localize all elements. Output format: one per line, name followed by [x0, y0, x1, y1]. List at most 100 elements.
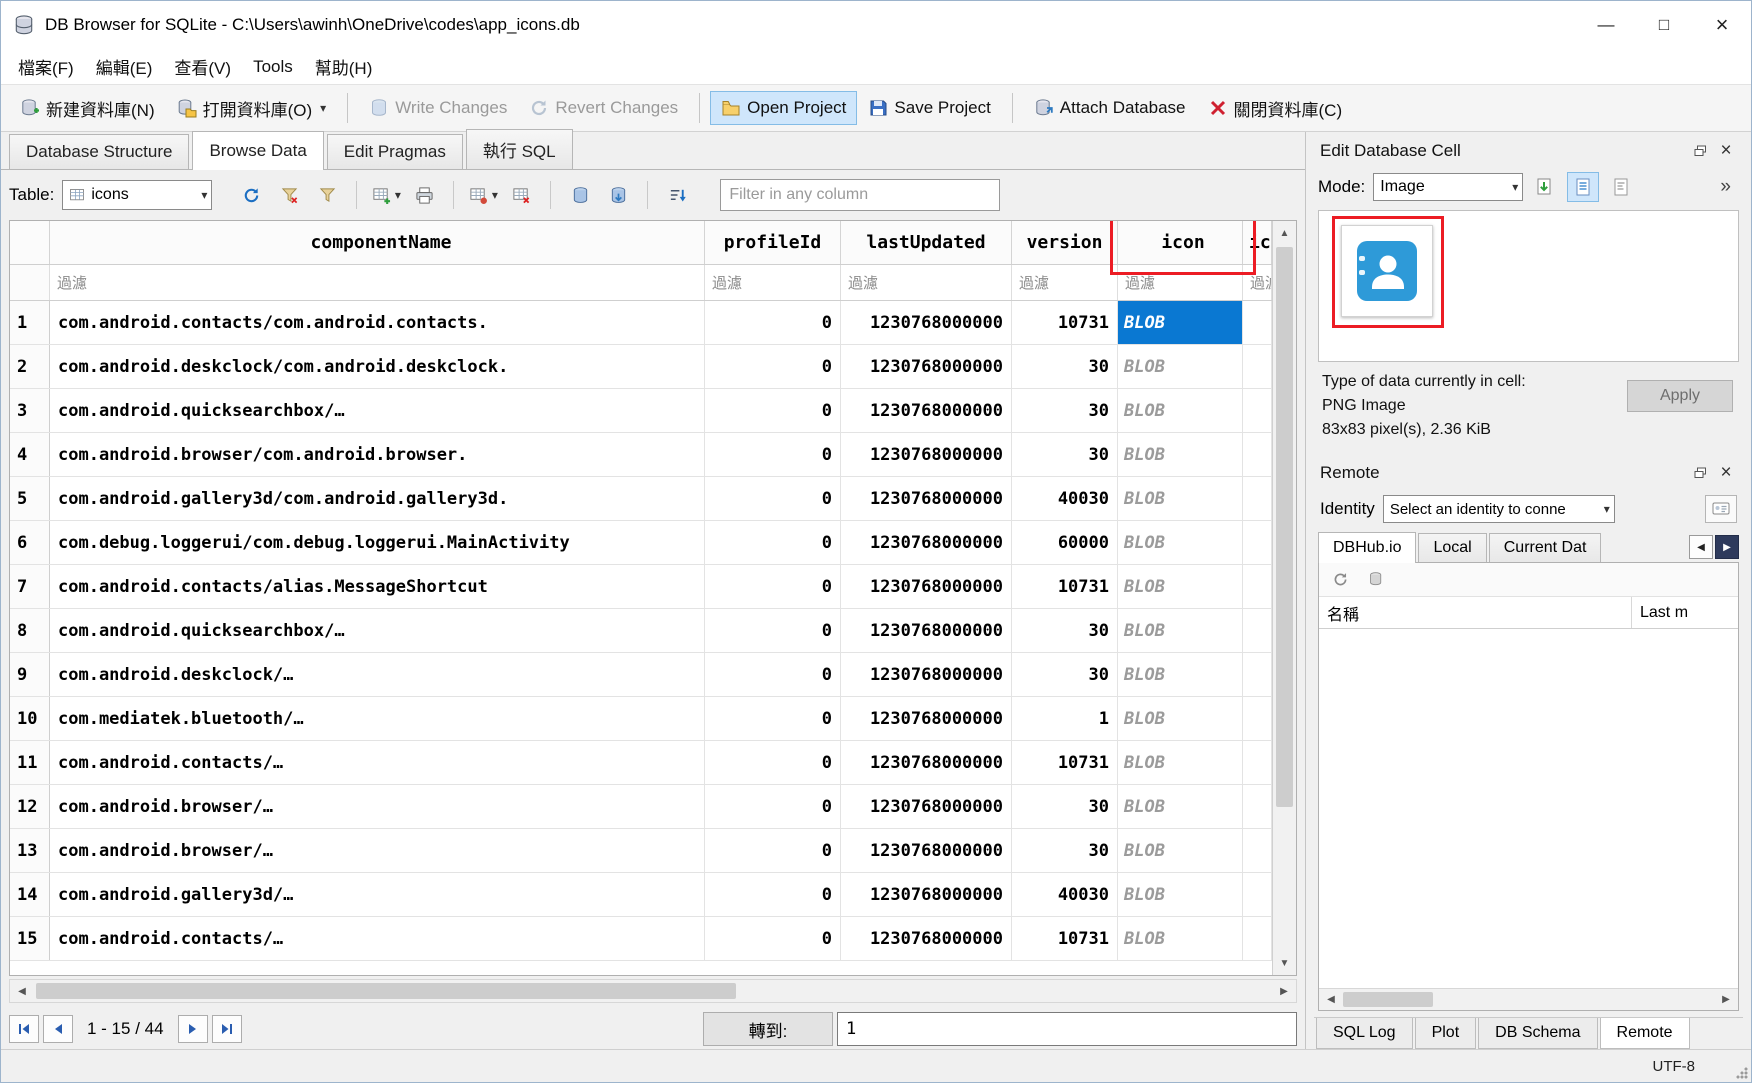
duplicate-record-button[interactable]: ▾	[466, 179, 500, 211]
remote-column-name[interactable]: 名稱	[1319, 597, 1632, 628]
cell-version[interactable]: 40030	[1012, 873, 1118, 916]
cell-partial[interactable]	[1243, 697, 1272, 740]
scroll-right-icon[interactable]: ▶	[1272, 980, 1296, 1002]
cell-icon[interactable]: BLOB	[1118, 917, 1243, 960]
cell-icon[interactable]: BLOB	[1118, 301, 1243, 344]
scroll-down-icon[interactable]: ▼	[1273, 951, 1296, 975]
cell-lastUpdated[interactable]: 1230768000000	[841, 389, 1012, 432]
cell-icon[interactable]: BLOB	[1118, 345, 1243, 388]
cell-lastUpdated[interactable]: 1230768000000	[841, 301, 1012, 344]
cell-componentName[interactable]: com.android.contacts/com.android.contact…	[50, 301, 705, 344]
row-number[interactable]: 5	[10, 477, 50, 520]
cell-partial[interactable]	[1243, 345, 1272, 388]
cell-profileId[interactable]: 0	[705, 653, 841, 696]
cell-icon[interactable]: BLOB	[1118, 829, 1243, 872]
edit-cell-close-button[interactable]: ×	[1713, 139, 1739, 163]
goto-button[interactable]: 轉到:	[703, 1012, 833, 1046]
first-record-button[interactable]	[9, 1015, 39, 1043]
cell-profileId[interactable]: 0	[705, 389, 841, 432]
cell-profileId[interactable]: 0	[705, 917, 841, 960]
cell-lastUpdated[interactable]: 1230768000000	[841, 917, 1012, 960]
cell-version[interactable]: 30	[1012, 653, 1118, 696]
menu-tools[interactable]: Tools	[242, 51, 304, 83]
cell-icon[interactable]: BLOB	[1118, 477, 1243, 520]
edit-cell-float-button[interactable]	[1687, 139, 1713, 163]
scroll-left-icon[interactable]: ◀	[10, 980, 34, 1002]
cell-lastUpdated[interactable]: 1230768000000	[841, 873, 1012, 916]
row-number[interactable]: 3	[10, 389, 50, 432]
table-row[interactable]: 4 com.android.browser/com.android.browse…	[10, 433, 1272, 477]
filter-version[interactable]: 過濾	[1012, 265, 1118, 300]
table-row[interactable]: 2 com.android.deskclock/com.android.desk…	[10, 345, 1272, 389]
print-button[interactable]	[407, 179, 441, 211]
cell-componentName[interactable]: com.android.gallery3d/com.android.galler…	[50, 477, 705, 520]
filter-partial[interactable]: 過濾	[1243, 265, 1272, 300]
cell-lastUpdated[interactable]: 1230768000000	[841, 609, 1012, 652]
menu-view[interactable]: 查看(V)	[163, 48, 242, 85]
cell-partial[interactable]	[1243, 785, 1272, 828]
cell-version[interactable]: 30	[1012, 785, 1118, 828]
cell-partial[interactable]	[1243, 741, 1272, 784]
mode-select[interactable]: Image ▾	[1373, 173, 1523, 201]
scroll-up-icon[interactable]: ▲	[1273, 221, 1296, 245]
cell-partial[interactable]	[1243, 829, 1272, 872]
row-number[interactable]: 13	[10, 829, 50, 872]
save-project-button[interactable]: Save Project	[857, 91, 1001, 125]
cell-partial[interactable]	[1243, 873, 1272, 916]
cell-lastUpdated[interactable]: 1230768000000	[841, 741, 1012, 784]
import-data-button[interactable]	[1529, 172, 1561, 202]
column-header-profileId[interactable]: profileId	[705, 221, 841, 264]
cell-icon[interactable]: BLOB	[1118, 697, 1243, 740]
previous-record-button[interactable]	[43, 1015, 73, 1043]
table-row[interactable]: 11 com.android.contacts/… 0 123076800000…	[10, 741, 1272, 785]
cell-componentName[interactable]: com.android.quicksearchbox/…	[50, 609, 705, 652]
open-database-button[interactable]: 打開資料庫(O) ▾	[166, 89, 338, 128]
cell-profileId[interactable]: 0	[705, 609, 841, 652]
horizontal-scroll-thumb[interactable]	[36, 983, 736, 999]
cell-lastUpdated[interactable]: 1230768000000	[841, 829, 1012, 872]
cell-icon[interactable]: BLOB	[1118, 873, 1243, 916]
preview-image-card[interactable]	[1341, 225, 1433, 317]
cell-componentName[interactable]: com.android.gallery3d/…	[50, 873, 705, 916]
cell-version[interactable]: 30	[1012, 433, 1118, 476]
cell-profileId[interactable]: 0	[705, 785, 841, 828]
remote-tab-dbhub[interactable]: DBHub.io	[1318, 532, 1416, 563]
cell-lastUpdated[interactable]: 1230768000000	[841, 477, 1012, 520]
remote-column-last-modified[interactable]: Last m	[1632, 597, 1738, 628]
remote-tabs-scroll-left-button[interactable]: ◀	[1689, 535, 1713, 559]
attach-database-button[interactable]: Attach Database	[1023, 91, 1197, 125]
remote-clone-button[interactable]	[1363, 567, 1389, 593]
row-number[interactable]: 9	[10, 653, 50, 696]
revert-changes-button[interactable]: Revert Changes	[518, 91, 689, 125]
cell-icon[interactable]: BLOB	[1118, 653, 1243, 696]
table-row[interactable]: 8 com.android.quicksearchbox/… 0 1230768…	[10, 609, 1272, 653]
cell-profileId[interactable]: 0	[705, 521, 841, 564]
null-cell-button[interactable]	[1605, 172, 1637, 202]
clear-filters-button[interactable]	[272, 179, 306, 211]
cell-version[interactable]: 10731	[1012, 741, 1118, 784]
row-number[interactable]: 14	[10, 873, 50, 916]
grid-vertical-scrollbar[interactable]: ▲ ▼	[1272, 221, 1296, 975]
cell-componentName[interactable]: com.android.browser/com.android.browser.	[50, 433, 705, 476]
tab-execute-sql[interactable]: 執行 SQL	[466, 129, 573, 169]
menu-edit[interactable]: 編輯(E)	[85, 48, 164, 85]
vertical-scroll-thumb[interactable]	[1276, 247, 1293, 807]
column-header-lastUpdated[interactable]: lastUpdated	[841, 221, 1012, 264]
export-results-button[interactable]	[601, 179, 635, 211]
cell-componentName[interactable]: com.mediatek.bluetooth/…	[50, 697, 705, 740]
dock-tab-remote[interactable]: Remote	[1600, 1018, 1690, 1049]
column-header-componentName[interactable]: componentName	[50, 221, 705, 264]
dock-tab-db-schema[interactable]: DB Schema	[1478, 1018, 1597, 1049]
cell-version[interactable]: 10731	[1012, 301, 1118, 344]
table-select[interactable]: icons ▾	[62, 180, 212, 210]
cell-icon[interactable]: BLOB	[1118, 609, 1243, 652]
cell-lastUpdated[interactable]: 1230768000000	[841, 653, 1012, 696]
remote-tab-local[interactable]: Local	[1418, 533, 1486, 562]
table-row[interactable]: 7 com.android.contacts/alias.MessageShor…	[10, 565, 1272, 609]
cell-version[interactable]: 60000	[1012, 521, 1118, 564]
row-number[interactable]: 4	[10, 433, 50, 476]
table-row[interactable]: 15 com.android.contacts/… 0 123076800000…	[10, 917, 1272, 961]
cell-componentName[interactable]: com.android.contacts/alias.MessageShortc…	[50, 565, 705, 608]
cell-componentName[interactable]: com.android.quicksearchbox/…	[50, 389, 705, 432]
cell-icon[interactable]: BLOB	[1118, 389, 1243, 432]
